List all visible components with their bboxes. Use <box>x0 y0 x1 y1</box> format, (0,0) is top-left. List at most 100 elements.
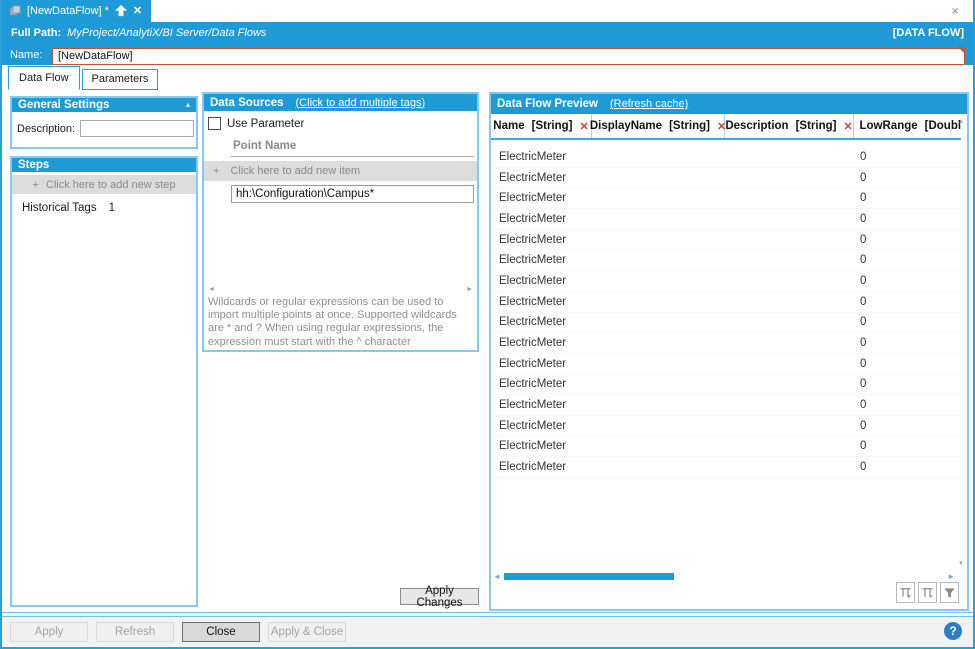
cell-name: ElectricMeter <box>491 420 592 432</box>
column-type: [String] <box>669 120 710 132</box>
scroll-right-icon[interactable]: ► <box>947 572 955 581</box>
cell-lowrange: 0 <box>854 378 961 390</box>
scroll-right-icon[interactable]: ► <box>466 286 473 294</box>
preview-row[interactable]: ElectricMeter0 <box>491 209 961 230</box>
point-name-input[interactable] <box>231 185 474 203</box>
funnel-icon <box>943 586 956 599</box>
data-sources-title: Data Sources <box>210 97 284 109</box>
general-settings-header[interactable]: General Settings ▴ <box>12 98 196 112</box>
preview-row[interactable]: ElectricMeter0 <box>491 271 961 292</box>
scroll-down-icon[interactable]: ▼ <box>958 561 964 567</box>
cell-name: ElectricMeter <box>491 316 592 328</box>
document-tab-newdataflow[interactable]: [NewDataFlow] * ✕ <box>2 0 151 22</box>
delete-column-icon[interactable]: ✕ <box>580 120 589 133</box>
column-summary-add-button[interactable] <box>896 582 915 603</box>
steps-header: Steps <box>12 158 196 172</box>
preview-row[interactable]: ElectricMeter0 <box>491 354 961 375</box>
preview-row[interactable]: ElectricMeter 0 <box>491 437 961 458</box>
steps-list: Historical Tags1 <box>12 194 196 214</box>
column-name: LowRange <box>860 120 918 132</box>
data-flow-preview-panel: Data Flow Preview (Refresh cache) Name [S… <box>489 92 969 611</box>
content-divider <box>2 612 973 613</box>
tab-data-flow[interactable]: Data Flow <box>8 66 80 90</box>
column-header-name[interactable]: Name [String] ✕ <box>491 114 592 138</box>
cell-lowrange: 0 <box>854 440 961 452</box>
preview-column-headers: Name[String]✕DisplayName[String]✕Descrip… <box>491 114 961 140</box>
preview-row[interactable]: ElectricMeter0 <box>491 292 961 313</box>
add-item-button[interactable]: + Click here to add new item <box>204 161 477 181</box>
name-input[interactable] <box>52 48 965 65</box>
add-step-button[interactable]: + Click here to add new step <box>12 175 196 194</box>
cell-name: ElectricMeter <box>491 234 592 246</box>
column-header-lowrange[interactable]: LowRange[Double]✕ <box>854 114 961 138</box>
column-summary-remove-button[interactable] <box>918 582 937 603</box>
horizontal-scrollbar[interactable]: ◄ ► <box>493 572 955 581</box>
cell-lowrange: 0 <box>854 172 961 184</box>
cell-lowrange: 0 <box>854 461 961 473</box>
help-icon[interactable]: ? <box>944 622 962 640</box>
refresh-cache-link[interactable]: (Refresh cache) <box>610 98 688 110</box>
preview-row[interactable]: ElectricMeter0 <box>491 188 961 209</box>
cell-name: ElectricMeter <box>491 440 592 452</box>
preview-row[interactable]: ElectricMeter 0 <box>491 375 961 396</box>
column-filter-button[interactable] <box>940 582 959 603</box>
apply-changes-button[interactable]: Apply Changes <box>400 588 479 605</box>
preview-row[interactable]: ElectricMeter 0 <box>491 168 961 189</box>
apply-button[interactable]: Apply <box>10 622 88 642</box>
cell-name: ElectricMeter <box>491 378 592 390</box>
column-header-displayname[interactable]: DisplayName[String]✕ <box>592 114 725 138</box>
column-header-description[interactable]: Description[String]✕ <box>725 114 854 138</box>
preview-row[interactable]: ElectricMeter0 <box>491 313 961 334</box>
description-input[interactable] <box>80 120 194 137</box>
document-tab-close-icon[interactable]: ✕ <box>133 6 142 17</box>
pi-arrow-green-icon <box>899 586 912 599</box>
preview-row[interactable]: ElectricMeter0 <box>491 457 961 478</box>
cell-name: ElectricMeter <box>491 213 592 225</box>
use-parameter-row: Use Parameter <box>208 117 477 130</box>
scroll-left-icon[interactable]: ◄ <box>208 286 215 294</box>
column-type: [String] <box>532 120 573 132</box>
cell-lowrange: 0 <box>854 420 961 432</box>
add-item-label: Click here to add new item <box>230 165 360 177</box>
column-name: Name <box>493 120 524 132</box>
preview-row[interactable]: ElectricMeter0 <box>491 250 961 271</box>
cell-lowrange: 0 <box>854 399 961 411</box>
preview-row[interactable]: ElectricMeter0 <box>491 333 961 354</box>
steps-panel: Steps + Click here to add new step Histo… <box>10 156 198 607</box>
close-button[interactable]: Close <box>182 622 260 642</box>
preview-title: Data Flow Preview <box>497 98 598 110</box>
chevron-up-icon[interactable]: ▴ <box>186 101 190 109</box>
add-step-label: Click here to add new step <box>46 179 176 191</box>
wildcards-help-text: Wildcards or regular expressions can be … <box>208 296 474 349</box>
preview-row[interactable]: ElectricMeter 0 <box>491 395 961 416</box>
steps-title: Steps <box>18 159 49 171</box>
delete-column-icon[interactable]: ✕ <box>843 120 852 133</box>
cell-name: ElectricMeter <box>491 399 592 411</box>
pin-up-icon[interactable] <box>115 5 127 17</box>
scroll-left-icon[interactable]: ◄ <box>493 572 501 581</box>
footer-bar: Apply Refresh Close Apply & Close ? <box>2 616 973 647</box>
horizontal-scrollbar-mini[interactable]: ◄ ► <box>208 286 473 294</box>
scrollbar-thumb[interactable] <box>504 573 674 580</box>
cell-name: ElectricMeter <box>491 358 592 370</box>
refresh-button[interactable]: Refresh <box>96 622 174 642</box>
scroll-up-icon[interactable]: ▲ <box>958 119 964 125</box>
step-item[interactable]: Historical Tags1 <box>12 194 196 214</box>
general-settings-panel: General Settings ▴ Description: <box>10 96 198 149</box>
cell-name: ElectricMeter <box>491 337 592 349</box>
apply-close-button[interactable]: Apply & Close <box>268 622 346 642</box>
description-label: Description: <box>17 123 75 135</box>
strip-close-icon[interactable]: × <box>951 4 959 17</box>
preview-row[interactable]: ElectricMeter0 <box>491 230 961 251</box>
tab-parameters[interactable]: Parameters <box>82 69 159 90</box>
general-settings-title: General Settings <box>18 99 109 111</box>
column-type: [String] <box>796 120 837 132</box>
use-parameter-checkbox[interactable] <box>208 117 221 130</box>
preview-row[interactable]: ElectricMeter0 <box>491 147 961 168</box>
preview-row[interactable]: ElectricMeter 0 <box>491 416 961 437</box>
add-multiple-tags-link[interactable]: (Click to add multiple tags) <box>296 97 426 109</box>
cell-name: ElectricMeter <box>491 172 592 184</box>
view-tabs: Data FlowParameters <box>8 66 160 90</box>
point-name-column-header[interactable]: Point Name <box>231 138 474 157</box>
name-label: Name: <box>10 49 44 61</box>
